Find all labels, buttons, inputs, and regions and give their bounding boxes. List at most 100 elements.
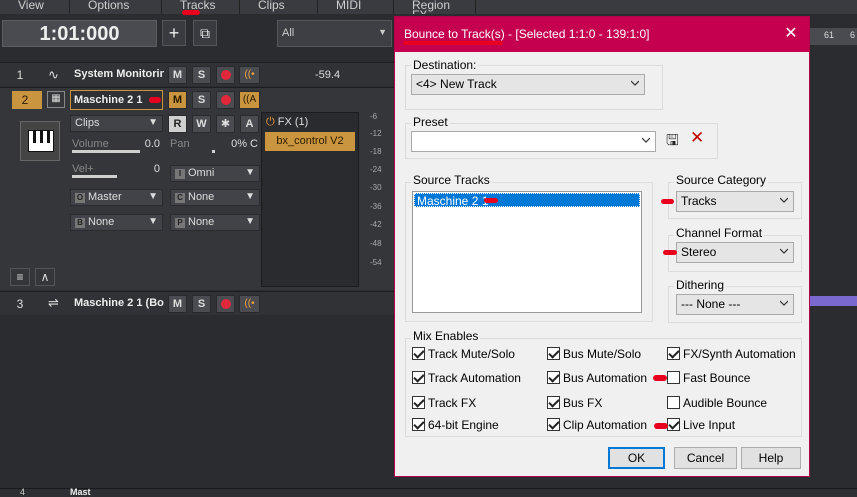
track-4[interactable]: 4 Mast — [0, 487, 857, 497]
mix-enables-label: Mix Enables — [411, 329, 481, 343]
source-category-select[interactable]: Tracks — [676, 191, 794, 212]
envelope-icon[interactable]: ∧ — [35, 268, 55, 286]
aux-select[interactable]: C None ▼ — [170, 189, 260, 206]
save-icon[interactable]: 🖫 — [666, 130, 679, 155]
output-select[interactable]: O Master ▼ — [70, 189, 163, 206]
patch-value: None — [188, 216, 215, 228]
destination-select[interactable]: <4> New Track — [411, 74, 645, 95]
bus-fx-checkbox[interactable]: Bus FX — [547, 396, 602, 410]
checkbox-box[interactable] — [412, 347, 425, 360]
input-echo-icon[interactable]: ((• — [239, 295, 260, 313]
pan-bar — [212, 150, 215, 153]
mute-button[interactable]: M — [168, 66, 187, 84]
checkbox-box[interactable] — [667, 371, 680, 384]
track-name[interactable]: Mast — [70, 487, 91, 497]
dialog-title-bar[interactable]: Bounce to Track(s) - [Selected 1:1:0 - 1… — [395, 17, 809, 52]
64-bit-engine-checkbox[interactable]: 64-bit Engine — [412, 418, 499, 432]
help-button[interactable]: Help — [741, 447, 801, 469]
dithering-select[interactable]: --- None --- — [676, 294, 794, 315]
channel-format-select[interactable]: Stereo — [676, 242, 794, 263]
record-arm-button[interactable] — [216, 295, 235, 313]
track-1[interactable]: 1 ∿ System Monitorin M S ((• -59.4 — [0, 62, 395, 86]
archive-button[interactable]: A — [240, 115, 259, 133]
read-automation-button[interactable]: R — [168, 115, 187, 133]
track-number: 3 — [16, 297, 24, 311]
checkbox-box[interactable] — [667, 347, 680, 360]
record-arm-button[interactable] — [216, 91, 235, 109]
patch-select[interactable]: P None ▼ — [170, 214, 260, 231]
clips-select[interactable]: Clips ▼ — [70, 115, 163, 132]
duplicate-icon[interactable]: ⧉ — [193, 20, 217, 46]
menu-tracks[interactable]: Tracks — [162, 0, 240, 14]
checkbox-box[interactable] — [667, 396, 680, 409]
track-name[interactable]: Maschine 2 1 — [74, 94, 154, 106]
power-icon[interactable]: ⏻ — [266, 116, 275, 128]
clip-region[interactable] — [810, 296, 857, 306]
close-icon[interactable]: ✕ — [781, 23, 801, 43]
checkbox-box[interactable] — [667, 418, 680, 431]
menu-midi[interactable]: MIDI — [318, 0, 394, 14]
add-track-button[interactable]: + — [162, 20, 186, 46]
menu-clips[interactable]: Clips — [240, 0, 318, 14]
automation-star-button[interactable]: ✱ — [216, 115, 235, 133]
input-echo-icon[interactable]: ((A — [239, 91, 260, 109]
bus-select[interactable]: B None ▼ — [70, 214, 163, 231]
volume-slider[interactable]: Volume 0.0 — [72, 138, 162, 154]
list-item[interactable]: Maschine 2 1 — [414, 193, 640, 208]
time-display[interactable]: 1:01:000 — [2, 20, 157, 47]
input-select[interactable]: I Omni ▼ — [170, 165, 260, 182]
piano-icon — [20, 121, 60, 161]
record-arm-button[interactable] — [216, 66, 235, 84]
channel-format-value: Stereo — [681, 245, 717, 259]
collapse-icon[interactable]: ≡ — [10, 268, 30, 286]
velocity-slider[interactable]: Vel+ 0 — [72, 163, 162, 179]
mute-button[interactable]: M — [168, 295, 187, 313]
meter-tick: -24 — [370, 165, 382, 174]
pan-value: 0% C — [231, 138, 258, 150]
bus-automation-checkbox[interactable]: Bus Automation — [547, 371, 647, 385]
pan-slider[interactable]: Pan 0% C — [170, 138, 260, 154]
bus-mute-solo-checkbox[interactable]: Bus Mute/Solo — [547, 347, 641, 361]
synth-icon[interactable]: ▦ — [47, 91, 65, 108]
checkbox-box[interactable] — [547, 347, 560, 360]
solo-button[interactable]: S — [192, 91, 211, 109]
menu-view[interactable]: View — [0, 0, 70, 14]
track-name[interactable]: Maschine 2 1 (Bo — [74, 297, 164, 309]
source-category-label: Source Category — [674, 173, 769, 187]
fast-bounce-checkbox[interactable]: Fast Bounce — [667, 371, 750, 385]
write-automation-button[interactable]: W — [192, 115, 211, 133]
live-input-checkbox[interactable]: Live Input — [667, 418, 735, 432]
menu-options[interactable]: Options — [70, 0, 162, 14]
cancel-button[interactable]: Cancel — [674, 447, 737, 469]
checkbox-box[interactable] — [412, 418, 425, 431]
checkbox-box[interactable] — [412, 396, 425, 409]
source-tracks-list[interactable]: Maschine 2 1 — [412, 191, 642, 313]
checkbox-box[interactable] — [547, 418, 560, 431]
fx-synth-automation-checkbox[interactable]: FX/Synth Automation — [667, 347, 796, 361]
solo-button[interactable]: S — [192, 295, 211, 313]
track-mute-solo-checkbox[interactable]: Track Mute/Solo — [412, 347, 515, 361]
menu-region-fx[interactable]: Region FX — [394, 0, 476, 14]
preset-select[interactable] — [411, 131, 656, 152]
solo-button[interactable]: S — [192, 66, 211, 84]
chevron-down-icon — [780, 248, 788, 254]
input-echo-icon[interactable]: ((• — [239, 66, 260, 84]
annotation-mark — [149, 97, 161, 103]
checkbox-box[interactable] — [547, 371, 560, 384]
mute-button[interactable]: M — [168, 91, 187, 109]
track-3[interactable]: 3 ⇌ Maschine 2 1 (Bo M S ((• — [0, 291, 395, 315]
checkbox-box[interactable] — [547, 396, 560, 409]
fx-bin[interactable]: ⏻ FX (1) bx_control V2 — [261, 112, 359, 287]
track-name[interactable]: System Monitorin — [74, 68, 164, 80]
checkbox-box[interactable] — [412, 371, 425, 384]
ok-button[interactable]: OK — [608, 447, 665, 469]
track-fx-checkbox[interactable]: Track FX — [412, 396, 476, 410]
track-filter-select[interactable]: All ▼ — [277, 20, 392, 47]
plugin-bx-control[interactable]: bx_control V2 — [265, 132, 355, 151]
clip-automation-checkbox[interactable]: Clip Automation — [547, 418, 647, 432]
bounce-dialog: Bounce to Track(s) - [Selected 1:1:0 - 1… — [394, 16, 810, 477]
preset-label: Preset — [411, 115, 450, 129]
track-automation-checkbox[interactable]: Track Automation — [412, 371, 521, 385]
audible-bounce-checkbox[interactable]: Audible Bounce — [667, 396, 767, 410]
delete-icon[interactable]: ✕ — [690, 128, 704, 148]
